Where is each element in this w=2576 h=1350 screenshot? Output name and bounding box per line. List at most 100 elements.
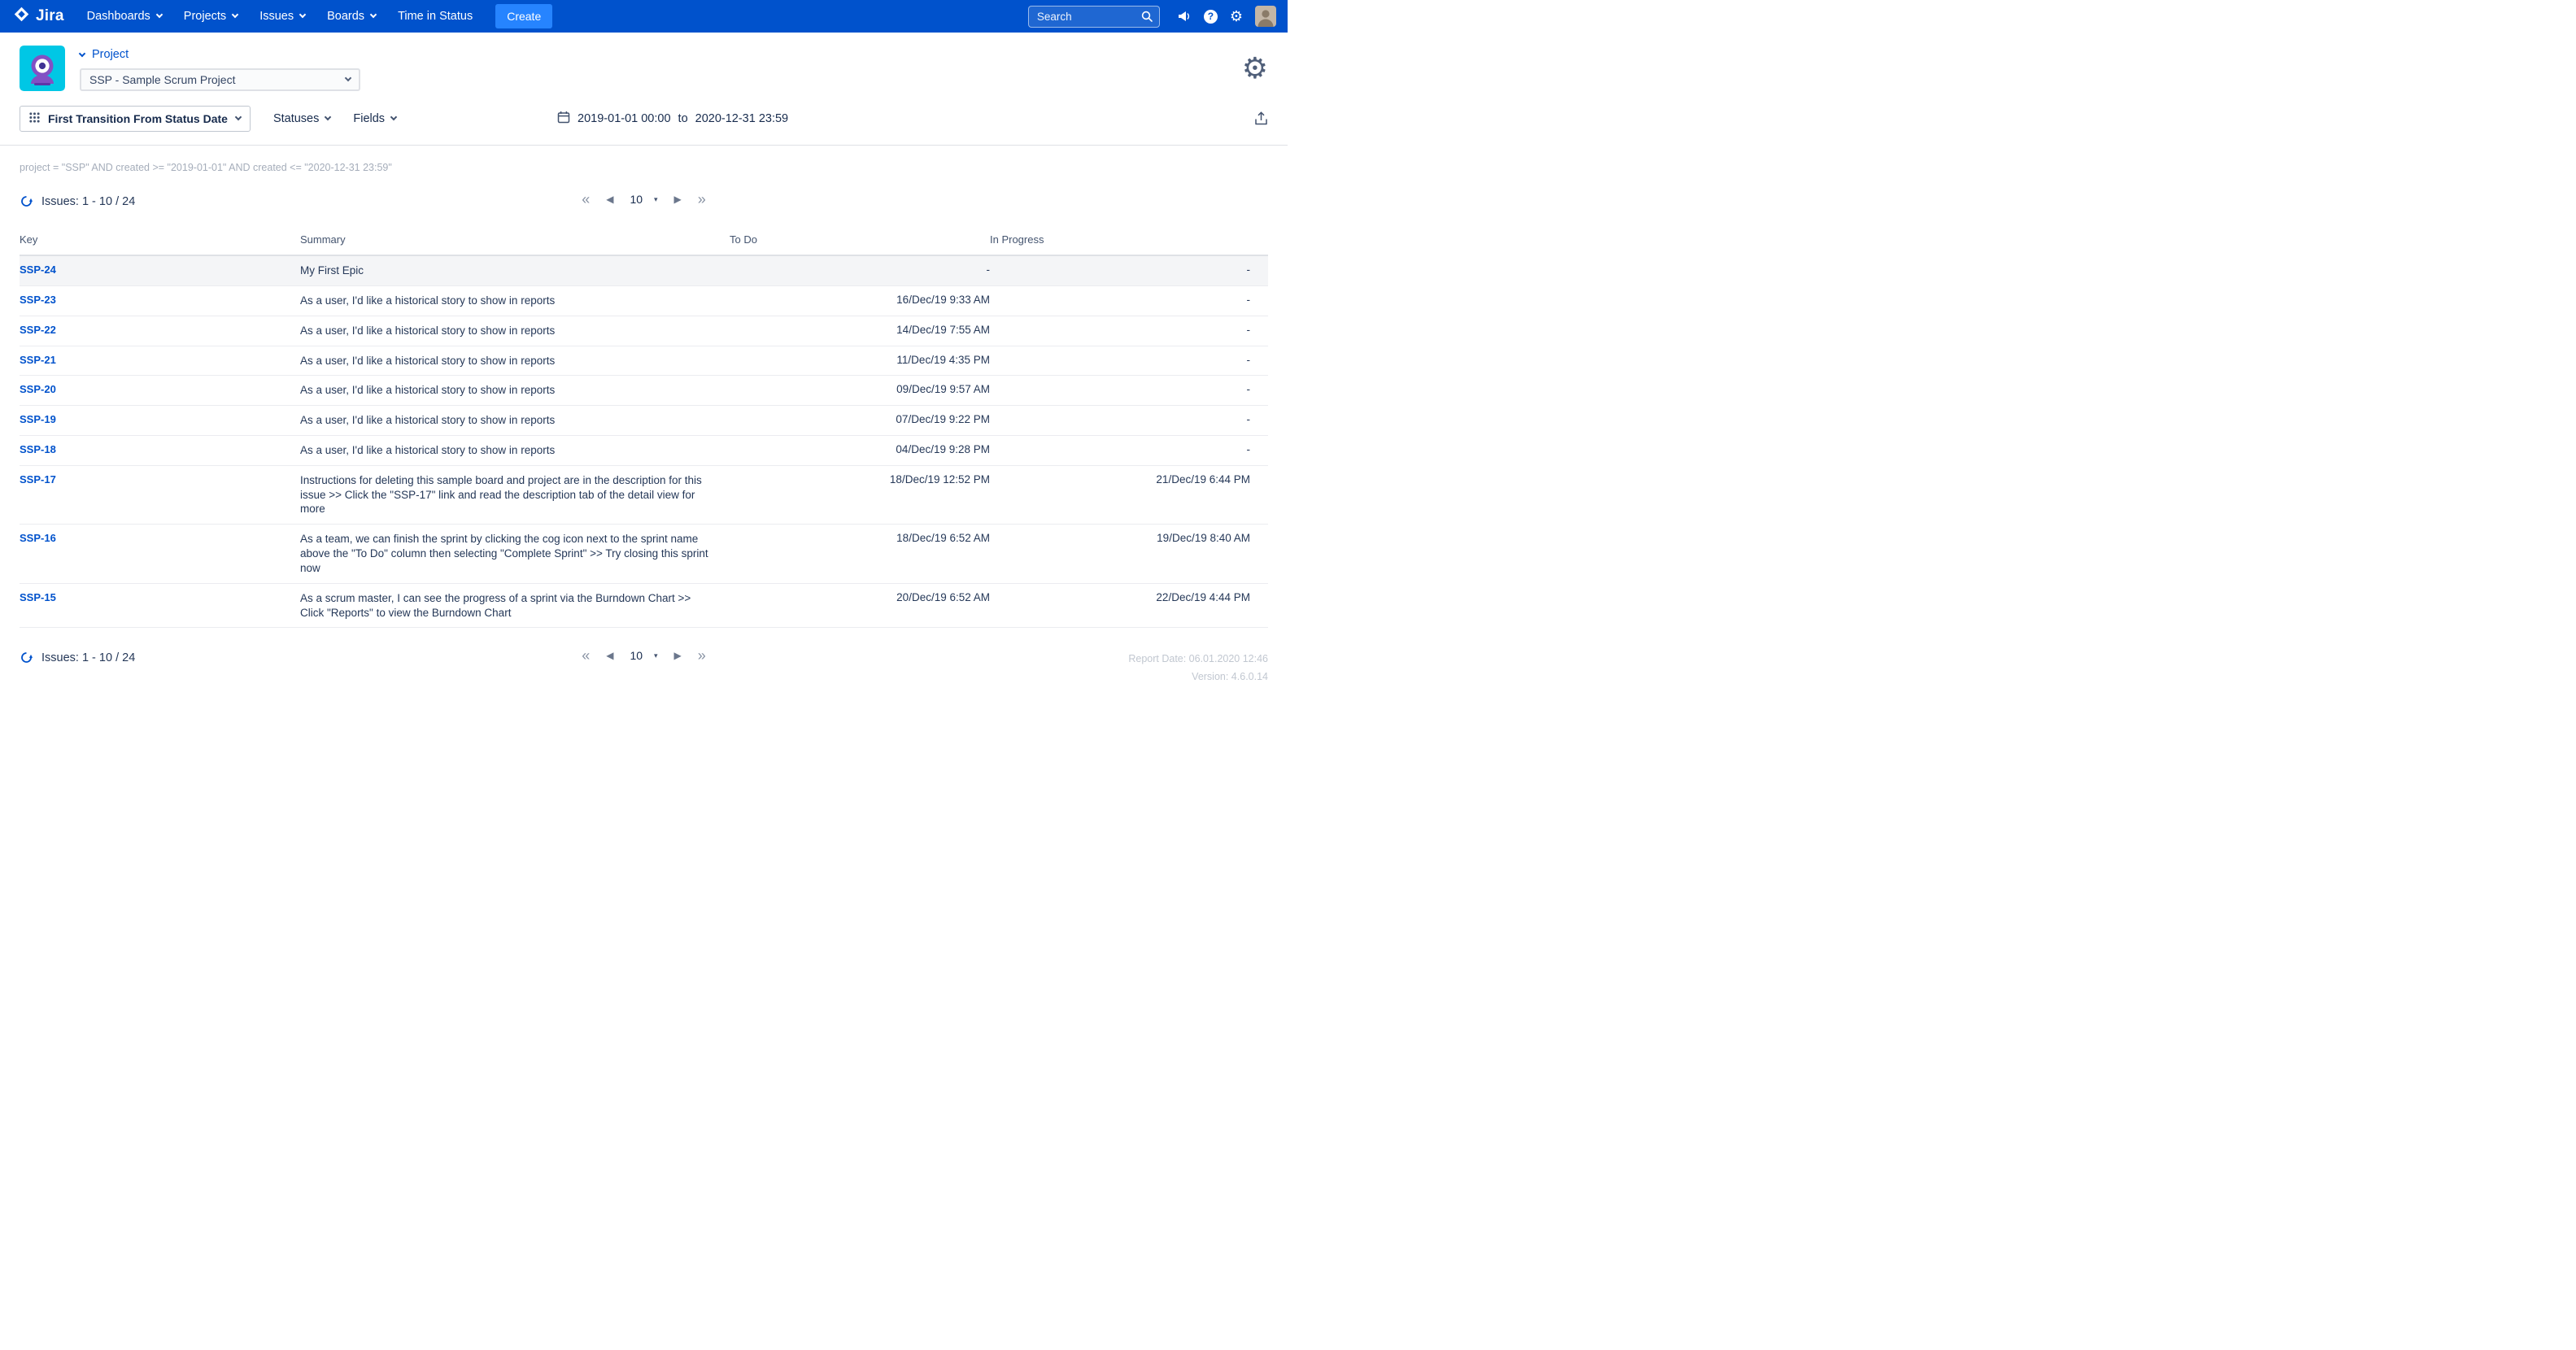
fields-label: Fields [353,112,385,125]
nav-item-dashboards[interactable]: Dashboards [87,10,162,23]
statuses-dropdown[interactable]: Statuses [273,112,330,125]
pagination-bottom: « ◀ 10 ▾ ▶ » [582,649,706,662]
project-header: Project SSP - Sample Scrum Project ⚙ [0,33,1288,99]
project-section-label: Project [92,48,129,61]
issue-row: SSP-18 As a user, I'd like a historical s… [20,436,1268,466]
page-size-select[interactable]: 10 ▾ [630,193,657,206]
project-section-toggle[interactable]: Project [80,48,360,61]
in-progress-date-cell: - [990,255,1268,285]
issue-key-cell: SSP-17 [20,465,300,524]
issue-row: SSP-22 As a user, I'd like a historical s… [20,316,1268,346]
in-progress-date-cell: - [990,285,1268,316]
project-select-value: SSP - Sample Scrum Project [89,73,235,86]
todo-date-cell: - [730,255,990,285]
last-page-button[interactable]: » [698,194,706,204]
gear-glyph: ⚙ [1230,9,1243,24]
help-icon[interactable]: ? [1204,10,1218,24]
issues-table: Key Summary To Do In Progress SSP-24My F… [20,224,1268,628]
todo-date-cell: 04/Dec/19 9:28 PM [730,436,990,466]
issue-key-link[interactable]: SSP-19 [20,413,56,425]
calendar-icon [557,111,570,127]
todo-date-cell: 07/Dec/19 9:22 PM [730,406,990,436]
date-to: 2020-12-31 23:59 [695,112,789,125]
project-meta: Project SSP - Sample Scrum Project [80,46,360,91]
issue-key-cell: SSP-19 [20,406,300,436]
issues-count-group: Issues: 1 - 10 / 24 [20,651,135,664]
issue-summary-cell: As a user, I'd like a historical story t… [300,436,730,466]
issue-summary-cell: As a user, I'd like a historical story t… [300,316,730,346]
nav-item-label: Boards [327,10,364,23]
main-menu: Dashboards Projects Issues Boards Time i… [87,10,473,23]
create-button[interactable]: Create [495,4,552,28]
next-page-button[interactable]: ▶ [674,194,682,205]
in-progress-date-cell: 21/Dec/19 6:44 PM [990,465,1268,524]
issue-key-link[interactable]: SSP-17 [20,473,56,486]
nav-item-time-in-status[interactable]: Time in Status [398,10,473,23]
nav-item-projects[interactable]: Projects [184,10,238,23]
in-progress-date-cell: - [990,436,1268,466]
nav-item-label: Dashboards [87,10,150,23]
search-input[interactable] [1028,6,1160,28]
refresh-icon[interactable] [20,651,33,664]
date-range-picker[interactable]: 2019-01-01 00:00 to 2020-12-31 23:59 [557,111,788,127]
first-page-button[interactable]: « [582,194,590,204]
refresh-icon[interactable] [20,194,33,208]
page-size-value: 10 [630,649,643,662]
nav-item-issues[interactable]: Issues [259,10,305,23]
page-size-value: 10 [630,193,643,206]
last-page-button[interactable]: » [698,651,706,660]
previous-page-button[interactable]: ◀ [606,650,613,661]
report-type-label: First Transition From Status Date [48,112,228,125]
issue-key-cell: SSP-16 [20,525,300,583]
chevron-down-icon [232,11,238,18]
issue-key-link[interactable]: SSP-21 [20,354,56,366]
in-progress-date-cell: 19/Dec/19 8:40 AM [990,525,1268,583]
fields-dropdown[interactable]: Fields [353,112,396,125]
issue-row: SSP-23As a user, I'd like a historical s… [20,285,1268,316]
jira-logo[interactable]: Jira [13,6,64,27]
todo-date-cell: 11/Dec/19 4:35 PM [730,346,990,376]
first-page-button[interactable]: « [582,651,590,660]
report-type-dropdown[interactable]: First Transition From Status Date [20,106,251,132]
issue-key-cell: SSP-15 [20,583,300,628]
issues-bar-bottom: Issues: 1 - 10 / 24 « ◀ 10 ▾ ▶ » Report … [0,628,1288,711]
chevron-down-icon [299,11,306,18]
in-progress-date-cell: 22/Dec/19 4:44 PM [990,583,1268,628]
project-select[interactable]: SSP - Sample Scrum Project [80,68,360,91]
issue-key-link[interactable]: SSP-22 [20,324,56,336]
issue-summary-cell: As a team, we can finish the sprint by c… [300,525,730,583]
issue-row: SSP-17Instructions for deleting this sam… [20,465,1268,524]
issue-key-link[interactable]: SSP-16 [20,532,56,544]
issue-key-cell: SSP-21 [20,346,300,376]
todo-date-cell: 09/Dec/19 9:57 AM [730,376,990,406]
user-avatar[interactable] [1255,6,1276,27]
previous-page-button[interactable]: ◀ [606,194,613,205]
in-progress-date-cell: - [990,376,1268,406]
issue-key-link[interactable]: SSP-24 [20,263,56,276]
todo-date-cell: 18/Dec/19 6:52 AM [730,525,990,583]
nav-item-boards[interactable]: Boards [327,10,376,23]
issues-count-group: Issues: 1 - 10 / 24 [20,194,135,208]
issue-key-link[interactable]: SSP-20 [20,383,56,395]
settings-gear-icon[interactable]: ⚙ [1230,9,1243,24]
issue-key-link[interactable]: SSP-18 [20,443,56,455]
page-size-select[interactable]: 10 ▾ [630,649,657,662]
feedback-megaphone-icon[interactable] [1177,9,1192,24]
top-navigation-bar: Jira Dashboards Projects Issues Boards T… [0,0,1288,33]
issue-key-cell: SSP-20 [20,376,300,406]
issue-key-link[interactable]: SSP-23 [20,294,56,306]
report-settings-gear-icon[interactable]: ⚙ [1242,46,1268,91]
issues-count-label: Issues: 1 - 10 / 24 [41,651,135,664]
next-page-button[interactable]: ▶ [674,650,682,661]
export-icon[interactable] [1254,111,1268,126]
issue-key-cell: SSP-23 [20,285,300,316]
issue-row: SSP-24My First Epic-- [20,255,1268,285]
issue-key-link[interactable]: SSP-15 [20,591,56,603]
chevron-down-icon [325,114,331,120]
statuses-label: Statuses [273,112,319,125]
jql-query-text: project = "SSP" AND created >= "2019-01-… [0,146,1288,173]
table-header-row: Key Summary To Do In Progress [20,224,1268,255]
todo-date-cell: 20/Dec/19 6:52 AM [730,583,990,628]
issue-summary-cell: As a scrum master, I can see the progres… [300,583,730,628]
column-header-summary: Summary [300,224,730,255]
